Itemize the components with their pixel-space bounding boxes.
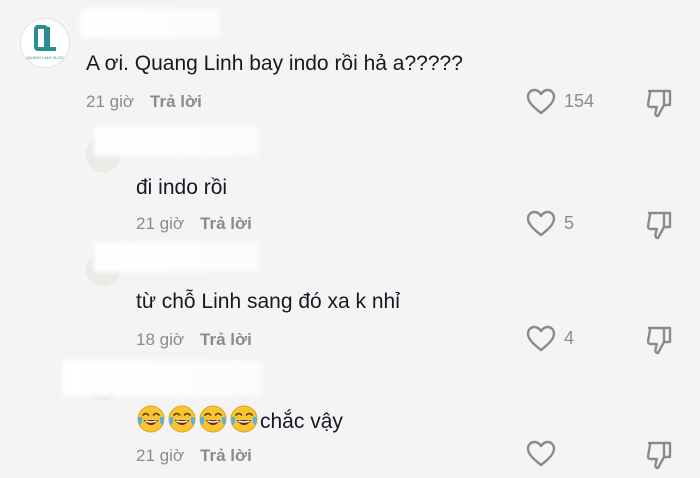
laughing-emoji-icon xyxy=(168,405,196,433)
channel-logo-icon: QUANG LINH VLOG xyxy=(26,25,64,60)
laughing-emoji-icon xyxy=(199,405,227,433)
comment-time: 21 giờ xyxy=(136,214,185,233)
laughing-emoji-icon xyxy=(137,405,165,433)
like-count: 4 xyxy=(564,328,575,348)
dislike-button[interactable] xyxy=(645,210,673,245)
heart-outline-icon xyxy=(526,440,556,467)
thumbs-down-outline-icon xyxy=(646,326,672,355)
thumbs-down-outline-icon xyxy=(646,441,672,470)
reply-button[interactable]: Trả lời xyxy=(200,214,252,234)
reply-button[interactable]: Trả lời xyxy=(200,446,252,466)
dislike-button[interactable] xyxy=(645,440,673,475)
like-count: 5 xyxy=(564,213,575,233)
comment-time: 21 giờ xyxy=(136,446,185,465)
like-count: 154 xyxy=(564,91,595,111)
thumbs-down-outline-icon xyxy=(646,211,672,240)
heart-outline-icon xyxy=(526,88,556,115)
comment-text: chắc vậy xyxy=(136,404,343,434)
comment-text: đi indo rồi xyxy=(136,176,228,199)
username-redacted xyxy=(62,360,262,396)
comment-meta: 21 giờ Trả lời xyxy=(136,446,252,466)
avatar[interactable]: QUANG LINH VLOG xyxy=(20,18,70,68)
thumbs-down-outline-icon xyxy=(646,89,672,118)
heart-outline-icon xyxy=(526,210,556,237)
comment-time: 18 giờ xyxy=(136,330,185,349)
dislike-button[interactable] xyxy=(645,325,673,360)
comment-meta: 21 giờ Trả lời xyxy=(136,214,252,234)
heart-outline-icon xyxy=(526,325,556,352)
avatar-label: QUANG LINH VLOG xyxy=(26,55,63,60)
emoji-row xyxy=(136,405,260,433)
like-button[interactable]: 154 xyxy=(526,88,594,115)
comment-text: A ơi. Quang Linh bay indo rồi hả a????? xyxy=(86,52,463,75)
reply-button[interactable]: Trả lời xyxy=(200,330,252,350)
comment-text-body: chắc vậy xyxy=(260,410,343,433)
laughing-emoji-icon xyxy=(230,405,258,433)
comment-text: từ chỗ Linh sang đó xa k nhỉ xyxy=(136,290,400,313)
like-button[interactable]: 4 xyxy=(526,325,574,352)
dislike-button[interactable] xyxy=(645,88,673,123)
like-button[interactable] xyxy=(526,440,564,467)
comment-meta: 21 giờ Trả lời xyxy=(86,92,202,112)
like-button[interactable]: 5 xyxy=(526,210,574,237)
comment-time: 21 giờ xyxy=(86,92,135,111)
comment-meta: 18 giờ Trả lời xyxy=(136,330,252,350)
username-redacted xyxy=(94,242,259,272)
reply-button[interactable]: Trả lời xyxy=(150,92,202,112)
username-redacted xyxy=(94,126,259,156)
username-redacted xyxy=(80,8,220,38)
